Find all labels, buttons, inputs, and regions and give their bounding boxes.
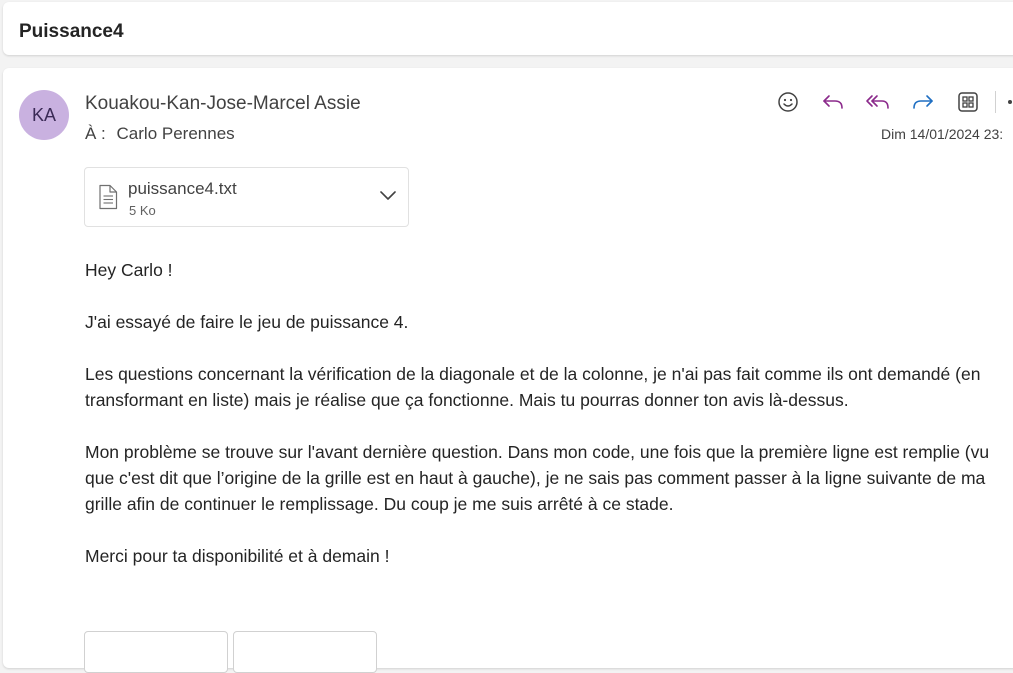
attachment-size: 5 Ko <box>129 203 156 218</box>
emoji-reaction-button[interactable] <box>773 88 803 116</box>
emoji-icon <box>778 92 798 112</box>
apps-button[interactable] <box>953 88 983 116</box>
avatar[interactable]: KA <box>19 90 69 140</box>
attachment-name: puissance4.txt <box>128 179 237 198</box>
message-card: KA Kouakou-Kan-Jose-Marcel Assie À : Car… <box>3 68 1013 673</box>
forward-button[interactable] <box>908 88 938 116</box>
recipient-row: À : Carlo Perennes <box>85 124 235 144</box>
reply-button[interactable] <box>818 88 848 116</box>
chevron-down-icon[interactable] <box>379 189 397 201</box>
apps-icon <box>958 92 978 112</box>
body-paragraph: Mon problème se trouve sur l'avant derni… <box>85 442 990 514</box>
sender-name[interactable]: Kouakou-Kan-Jose-Marcel Assie <box>85 93 361 115</box>
body-paragraph: Les questions concernant la vérification… <box>85 364 981 410</box>
forward-icon <box>913 95 933 109</box>
body-paragraph: Hey Carlo ! <box>85 260 173 280</box>
actions-divider <box>995 91 996 113</box>
avatar-initials: KA <box>31 104 56 125</box>
more-actions-button[interactable] <box>1008 88 1013 116</box>
message-actions <box>773 88 1013 116</box>
reply-all-button[interactable] <box>863 88 893 116</box>
body-paragraph: Merci pour ta disponibilité et à demain … <box>85 546 390 566</box>
body-paragraph: J'ai essayé de faire le jeu de puissance… <box>85 312 409 332</box>
subject-bar: Puissance4 <box>3 2 1013 55</box>
quick-reply-button[interactable] <box>84 631 228 673</box>
reply-icon <box>823 95 843 109</box>
to-label: À : <box>85 124 106 143</box>
email-subject: Puissance4 <box>19 21 124 42</box>
message-body: Hey Carlo ! J'ai essayé de faire le jeu … <box>85 257 995 595</box>
document-icon <box>99 184 118 210</box>
message-date: Dim 14/01/2024 23: <box>881 126 1004 142</box>
attachment-card[interactable]: puissance4.txt 5 Ko <box>84 167 409 227</box>
recipient-name[interactable]: Carlo Perennes <box>117 124 235 143</box>
more-icon <box>1008 100 1012 104</box>
quick-forward-button[interactable] <box>233 631 377 673</box>
reply-all-icon <box>866 95 889 109</box>
